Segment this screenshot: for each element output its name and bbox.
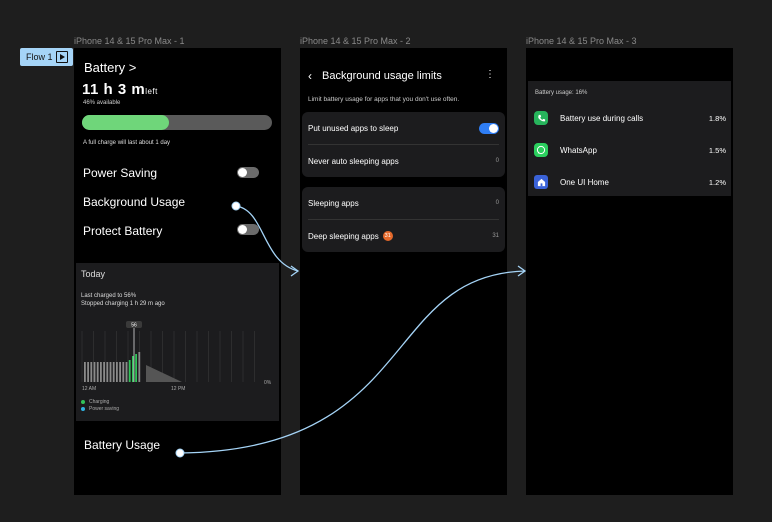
chart-bar	[112, 362, 115, 382]
protect-battery-toggle[interactable]	[237, 224, 259, 235]
battery-usage-header: Battery usage: 16%	[535, 90, 588, 96]
app-usage-card: Battery usage: 16% Battery use during ca…	[528, 81, 731, 196]
app-row-calls[interactable]: Battery use during calls 1.8%	[534, 110, 726, 126]
chart-bar	[116, 362, 118, 382]
back-icon[interactable]: ‹	[308, 69, 312, 83]
chart-marker-value: 56	[131, 323, 137, 329]
app-row-oneui[interactable]: One UI Home 1.2%	[534, 174, 726, 190]
app-value-oneui: 1.2%	[708, 177, 726, 187]
put-unused-apps-to-sleep[interactable]: Put unused apps to sleep	[302, 112, 505, 144]
battery-usage-item[interactable]: Battery Usage	[84, 438, 160, 452]
battery-usage-chart: 56 12 AM 12 PM 0%	[81, 321, 272, 392]
battery-available: 46% available	[83, 100, 121, 106]
connector-arrowhead-1	[290, 265, 300, 277]
battery-level-bar	[82, 115, 272, 130]
background-usage-item[interactable]: Background Usage	[83, 195, 185, 209]
chart-bar	[128, 360, 131, 382]
sleep-settings-card: Put unused apps to sleep Never auto slee…	[302, 112, 505, 177]
chart-bar	[100, 362, 102, 382]
put-unused-apps-label: Put unused apps to sleep	[308, 123, 399, 133]
app-name-oneui: One UI Home	[560, 177, 609, 187]
chart-bar	[135, 354, 137, 382]
app-row-whatsapp[interactable]: WhatsApp 1.5%	[534, 142, 726, 158]
connector-arrowhead-2	[517, 265, 527, 277]
deep-sleeping-badge: 31	[382, 231, 393, 241]
deep-sleeping-apps[interactable]: Deep sleeping apps 31 31	[308, 219, 499, 252]
legend-power-saving-label: Power saving	[89, 406, 120, 412]
never-auto-sleeping-label: Never auto sleeping apps	[308, 156, 399, 166]
legend-power-saving-dot	[81, 407, 85, 411]
chart-bar	[109, 362, 112, 382]
legend-charging: Charging	[81, 399, 109, 405]
app-name-calls: Battery use during calls	[560, 113, 644, 123]
power-saving-toggle[interactable]	[237, 167, 259, 178]
sleeping-apps[interactable]: Sleeping apps 0	[302, 187, 505, 219]
phone-frame-1: Battery > 11 h 3 mleft 46% available A f…	[74, 48, 281, 495]
more-options-icon[interactable]: ⋮	[485, 69, 495, 80]
put-unused-apps-toggle[interactable]	[479, 122, 499, 134]
protect-battery-label: Protect Battery	[83, 224, 163, 238]
home-icon	[534, 175, 548, 189]
frame-label-3: iPhone 14 & 15 Pro Max - 3	[526, 36, 637, 46]
play-flow-icon[interactable]	[56, 51, 68, 63]
legend-charging-dot	[81, 400, 85, 404]
chart-bar	[96, 362, 99, 382]
full-charge-note: A full charge will last about 1 day	[83, 140, 171, 146]
chart-bar	[103, 362, 105, 382]
chart-discharge-area	[146, 365, 182, 382]
chart-bar	[106, 362, 109, 382]
phone-frame-3: Battery usage: 16% Battery use during ca…	[526, 48, 733, 495]
chart-bar	[87, 362, 89, 382]
chart-bar	[122, 362, 125, 382]
legend-power-saving: Power saving	[81, 406, 119, 412]
sleeping-apps-card: Sleeping apps 0 Deep sleeping apps 31 31	[302, 187, 505, 252]
chart-bar	[93, 362, 96, 382]
x-tick-start: 12 AM	[82, 386, 96, 392]
screen2-title: Background usage limits	[322, 70, 442, 82]
app-value-calls: 1.8%	[708, 113, 726, 123]
chart-bar	[84, 362, 86, 382]
sleeping-apps-label: Sleeping apps	[308, 198, 359, 208]
phone-icon	[534, 111, 548, 125]
chart-bar	[132, 356, 134, 382]
chart-bar	[125, 362, 128, 382]
app-value-whatsapp: 1.5%	[708, 145, 726, 155]
y-tick-zero: 0%	[264, 380, 272, 386]
frame-label-1: iPhone 14 & 15 Pro Max - 1	[74, 36, 185, 46]
battery-title[interactable]: Battery >	[84, 60, 136, 75]
x-tick-mid: 12 PM	[171, 386, 185, 392]
whatsapp-icon	[534, 143, 548, 157]
flow-label: Flow 1	[26, 52, 53, 62]
power-saving-label: Power Saving	[83, 166, 158, 180]
chart-bar	[90, 362, 93, 382]
time-left: 11 h 3 mleft	[82, 81, 158, 98]
never-auto-sleeping-apps[interactable]: Never auto sleeping apps 0	[308, 144, 499, 177]
usage-chart-card: Today Last charged to 56% Stopped chargi…	[76, 263, 279, 421]
app-name-whatsapp: WhatsApp	[560, 145, 597, 155]
deep-sleeping-apps-count: 31	[492, 233, 499, 239]
flow-start-badge[interactable]: Flow 1	[20, 48, 73, 66]
time-left-suffix: left	[145, 87, 158, 96]
chart-bars	[84, 352, 141, 382]
deep-sleeping-apps-label: Deep sleeping apps	[308, 231, 379, 241]
phone-frame-2: ‹ Background usage limits ⋮ Limit batter…	[300, 48, 507, 495]
frame-label-2: iPhone 14 & 15 Pro Max - 2	[300, 36, 411, 46]
chart-bar	[138, 352, 141, 382]
screen2-subtitle: Limit battery usage for apps that you do…	[308, 96, 460, 103]
battery-level-fill	[82, 115, 170, 130]
chart-bar	[119, 362, 121, 382]
screen2-header: ‹ Background usage limits	[308, 69, 442, 83]
legend-charging-label: Charging	[89, 399, 110, 405]
sleeping-apps-count: 0	[495, 200, 499, 206]
never-auto-sleeping-count: 0	[495, 158, 499, 164]
time-left-value: 11 h 3 m	[82, 81, 146, 98]
